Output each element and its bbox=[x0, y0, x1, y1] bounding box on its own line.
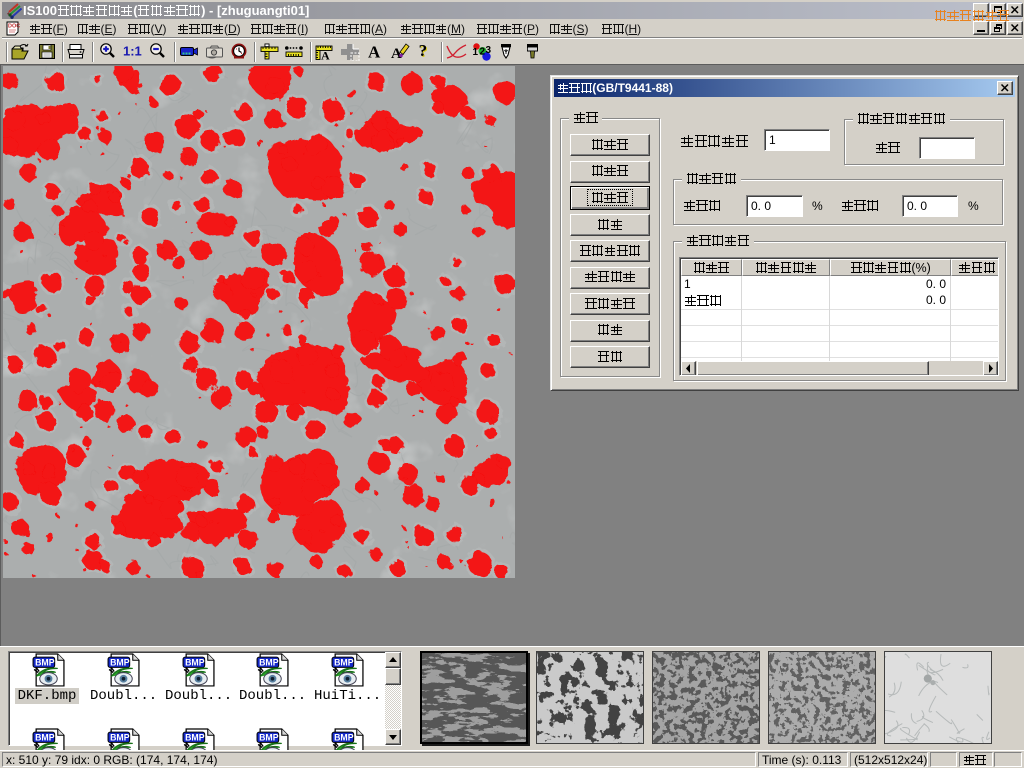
svg-text:DOC: DOC bbox=[8, 24, 20, 30]
svg-text:1:1: 1:1 bbox=[123, 44, 142, 59]
svg-text:?: ? bbox=[419, 43, 428, 60]
svg-text:1: 1 bbox=[473, 47, 479, 58]
svg-text:3: 3 bbox=[486, 45, 492, 56]
svg-text:A: A bbox=[321, 49, 330, 62]
svg-text:A: A bbox=[368, 43, 381, 61]
